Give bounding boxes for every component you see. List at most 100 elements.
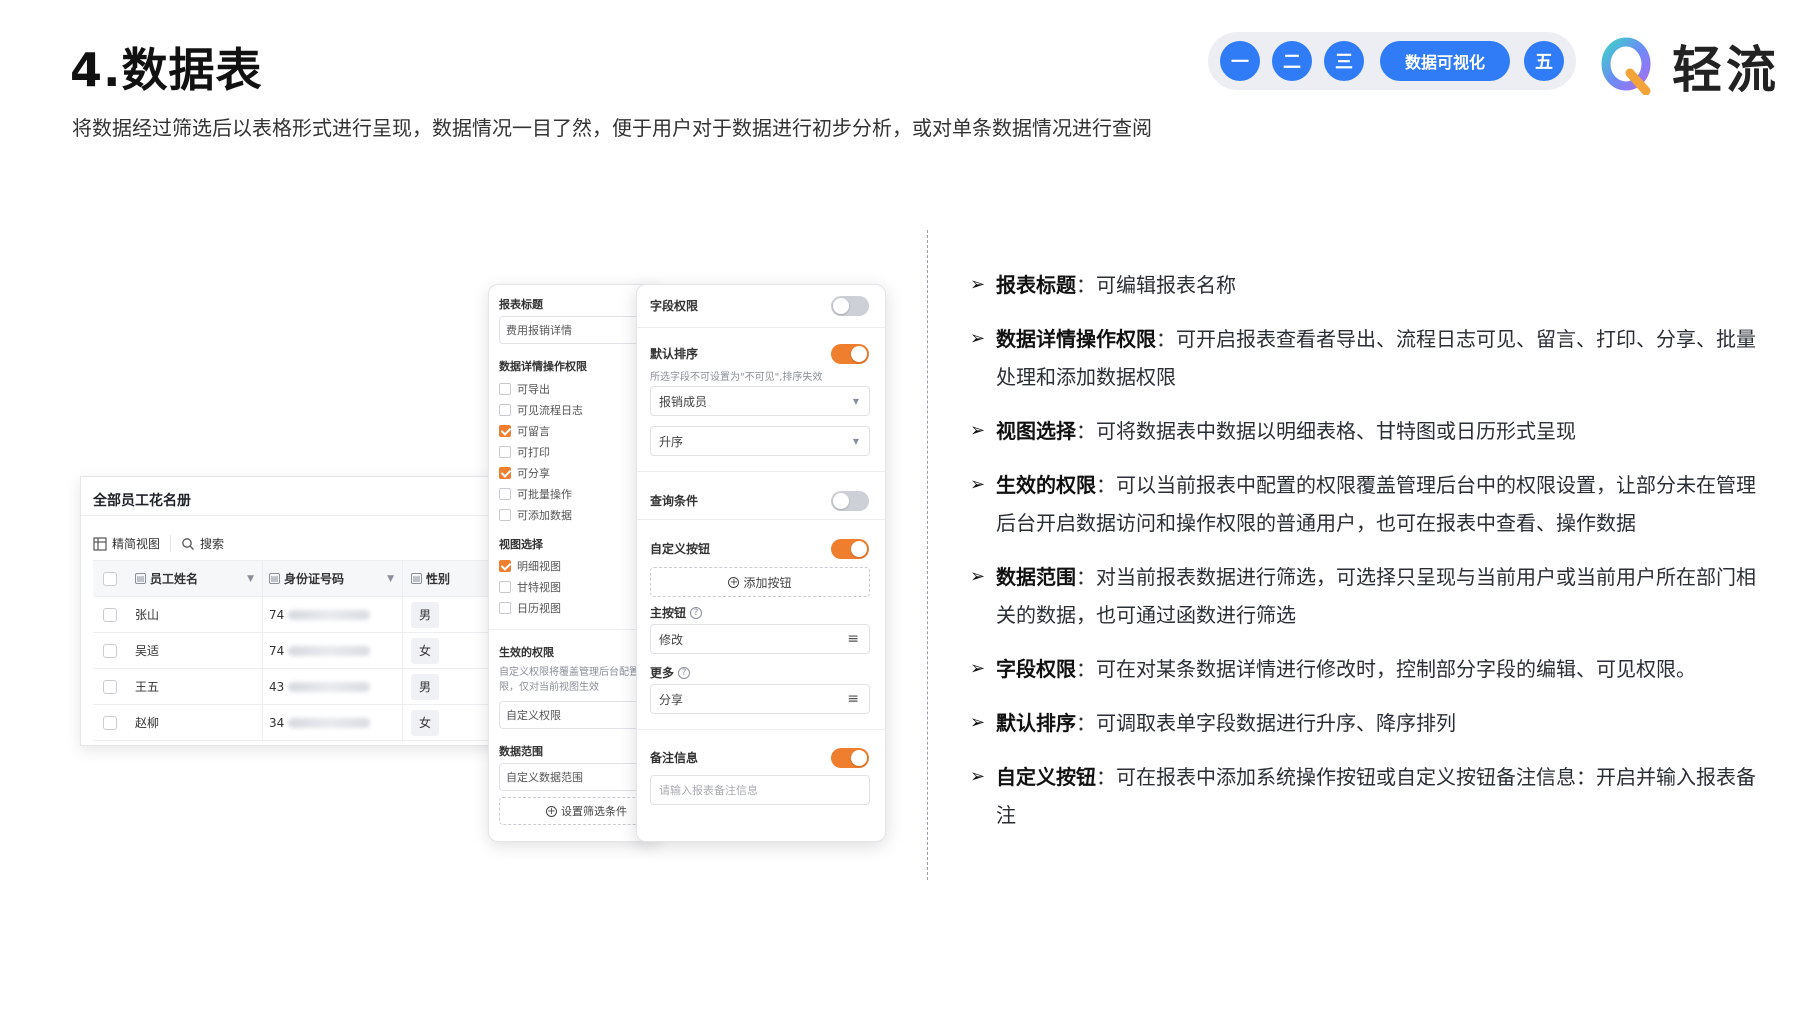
row-checkbox[interactable]: [103, 715, 117, 730]
menu-icon[interactable]: ≡: [847, 631, 859, 647]
description-text: 可以当前报表中配置的权限覆盖管理后台中的权限设置，让部分未在管理后台开启数据访问…: [996, 473, 1756, 535]
main-button-input[interactable]: 修改 ≡: [650, 624, 870, 654]
redacted-id: [288, 681, 371, 692]
row-checkbox[interactable]: [103, 679, 117, 694]
perm-export-checkbox[interactable]: 可导出: [499, 381, 550, 397]
description-item: ➢ 数据详情操作权限：可开启报表查看者导出、流程日志可见、留言、打印、分享、批量处…: [970, 320, 1770, 396]
nav-item-data-visualization[interactable]: 数据可视化: [1380, 41, 1510, 81]
description-text: 可编辑报表名称: [1096, 273, 1236, 297]
field-perm-toggle[interactable]: [831, 296, 869, 316]
arrow-bullet-icon: ➢: [970, 328, 986, 349]
cell-id: 34: [269, 715, 285, 730]
perm-share-checkbox[interactable]: 可分享: [499, 465, 550, 481]
description-key: 生效的权限: [996, 473, 1096, 497]
brand-logo: 轻流: [1600, 30, 1780, 102]
redacted-id: [288, 717, 371, 728]
search-icon: [182, 537, 194, 550]
more-value: 分享: [659, 692, 684, 707]
table-search-button[interactable]: 搜索: [171, 535, 224, 552]
query-condition-toggle[interactable]: [831, 491, 869, 511]
select-all-checkbox[interactable]: [103, 571, 117, 586]
description-key: 默认排序: [996, 711, 1076, 735]
view-gantt-checkbox[interactable]: 甘特视图: [499, 579, 561, 595]
sort-order-value: 升序: [659, 434, 684, 449]
description-key: 报表标题: [996, 273, 1076, 297]
perm-batch-checkbox[interactable]: 可批量操作: [499, 486, 572, 502]
view-calendar-checkbox[interactable]: 日历视图: [499, 600, 561, 616]
arrow-bullet-icon: ➢: [970, 658, 986, 679]
description-item: ➢ 视图选择：可将数据表中数据以明细表格、甘特图或日历形式呈现: [970, 412, 1770, 450]
description-text: 可在对某条数据详情进行修改时，控制部分字段的编辑、可见权限。: [1096, 657, 1696, 681]
column-header-id[interactable]: ▤ 身份证号码 ▼: [263, 561, 403, 596]
section-divider: [637, 471, 885, 472]
table-row[interactable]: 吴适 74 女: [93, 633, 527, 669]
plus-circle-icon: +: [728, 576, 740, 588]
custom-button-toggle[interactable]: [831, 539, 869, 559]
arrow-bullet-icon: ➢: [970, 420, 986, 441]
column-header-id-label: 身份证号码: [284, 572, 345, 586]
arrow-bullet-icon: ➢: [970, 766, 986, 787]
page-subtitle: 将数据经过筛选后以表格形式进行呈现，数据情况一目了然，便于用户对于数据进行初步分…: [72, 116, 1152, 140]
nav-item-5[interactable]: 五: [1524, 41, 1564, 81]
description-item: ➢ 数据范围：对当前报表数据进行筛选，可选择只呈现与当前用户或当前用户所在部门相关…: [970, 558, 1770, 634]
main-button-label: 主按钮?: [650, 604, 703, 621]
section-divider: [637, 327, 885, 328]
nav-item-1[interactable]: 一: [1220, 41, 1260, 81]
field-perm-label: 字段权限: [650, 299, 699, 313]
help-icon[interactable]: ?: [678, 666, 691, 679]
table-row[interactable]: 王五 43 男: [93, 669, 527, 705]
default-sort-note: 所选字段不可设置为"不可见",排序失效: [650, 372, 823, 383]
default-sort-label: 默认排序: [650, 347, 699, 361]
chevron-down-icon[interactable]: ▼: [247, 574, 254, 584]
remark-textarea[interactable]: 请输入报表备注信息: [650, 775, 870, 805]
table-row[interactable]: 张山 74 男: [93, 597, 527, 633]
report-title-input[interactable]: 费用报销详情: [499, 316, 649, 344]
nav-item-3[interactable]: 三: [1324, 41, 1364, 81]
perm-log-checkbox[interactable]: 可见流程日志: [499, 402, 583, 418]
text-field-icon: ▤: [135, 573, 146, 584]
data-scope-select[interactable]: 自定义数据范围: [499, 763, 649, 791]
view-switch-button[interactable]: 精简视图: [93, 535, 172, 552]
column-header-name[interactable]: ▤ 员工姓名 ▼: [127, 561, 263, 596]
description-key: 数据范围: [996, 565, 1076, 589]
description-item: ➢ 自定义按钮：可在报表中添加系统操作按钮或自定义按钮备注信息：开启并输入报表备注: [970, 758, 1770, 834]
sort-order-select[interactable]: 升序 ▼: [650, 426, 870, 456]
effective-perm-note: 自定义权限将覆盖管理后台配置权限，仅对当前视图生效: [499, 667, 649, 693]
redacted-id: [288, 645, 371, 656]
arrow-bullet-icon: ➢: [970, 474, 986, 495]
perm-add-checkbox[interactable]: 可添加数据: [499, 507, 572, 523]
set-filter-button[interactable]: + 设置筛选条件: [499, 797, 657, 825]
chevron-down-icon: ▼: [852, 396, 859, 406]
row-checkbox[interactable]: [103, 607, 117, 622]
row-checkbox[interactable]: [103, 643, 117, 658]
nav-item-2[interactable]: 二: [1272, 41, 1312, 81]
column-header-sex-label: 性别: [426, 572, 451, 586]
custom-button-label: 自定义按钮: [650, 542, 711, 556]
set-filter-label: 设置筛选条件: [561, 805, 627, 818]
help-icon[interactable]: ?: [690, 606, 703, 619]
remark-toggle[interactable]: [831, 748, 869, 768]
sort-field-select[interactable]: 报销成员 ▼: [650, 386, 870, 416]
description-text: 可调取表单字段数据进行升序、降序排列: [1096, 711, 1456, 735]
more-input[interactable]: 分享 ≡: [650, 684, 870, 714]
arrow-bullet-icon: ➢: [970, 274, 986, 295]
perm-comment-checkbox[interactable]: 可留言: [499, 423, 550, 439]
chevron-down-icon[interactable]: ▼: [387, 574, 394, 584]
sort-field-value: 报销成员: [659, 394, 708, 409]
cell-id: 74: [269, 607, 285, 622]
perm-print-checkbox[interactable]: 可打印: [499, 444, 550, 460]
view-detail-checkbox[interactable]: 明细视图: [499, 558, 561, 574]
description-item: ➢ 生效的权限：可以当前报表中配置的权限覆盖管理后台中的权限设置，让部分未在管理后…: [970, 466, 1770, 542]
cell-id: 43: [269, 679, 285, 694]
menu-icon[interactable]: ≡: [847, 691, 859, 707]
table-row[interactable]: 赵柳 34 女: [93, 705, 527, 741]
description-item: ➢ 报表标题：可编辑报表名称: [970, 266, 1770, 304]
effective-perm-select[interactable]: 自定义权限: [499, 701, 649, 729]
report-config-panel-right: 字段权限 默认排序 所选字段不可设置为"不可见",排序失效 报销成员 ▼ 升序 …: [636, 284, 886, 842]
description-key: 视图选择: [996, 419, 1076, 443]
default-sort-toggle[interactable]: [831, 344, 869, 364]
option-field-icon: ▤: [411, 573, 422, 584]
more-label: 更多?: [650, 664, 691, 681]
grid-icon: [93, 536, 107, 551]
add-button-button[interactable]: + 添加按钮: [650, 567, 870, 597]
